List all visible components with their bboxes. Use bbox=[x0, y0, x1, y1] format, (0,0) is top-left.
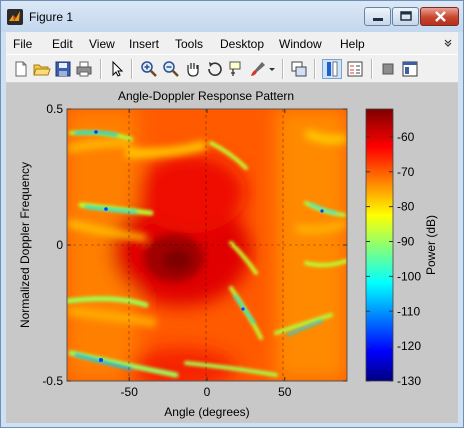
colorbar-tick-label: -130 bbox=[397, 374, 421, 388]
colorbar-tick-label: -60 bbox=[397, 130, 415, 144]
toolbar-separator bbox=[131, 59, 132, 79]
close-icon bbox=[435, 11, 446, 22]
edit-plot-arrow-icon[interactable] bbox=[108, 60, 126, 78]
toolbar-separator bbox=[371, 59, 372, 79]
window-title: Figure 1 bbox=[29, 10, 74, 24]
rotate-3d-icon[interactable] bbox=[206, 60, 224, 78]
menu-file[interactable]: File bbox=[13, 37, 32, 51]
legend-icon[interactable] bbox=[346, 60, 364, 78]
y-axis-label: Normalized Doppler Frequency bbox=[18, 162, 32, 328]
colorbar-label: Power (dB) bbox=[424, 215, 438, 275]
colorbar-tick-label: -100 bbox=[397, 269, 421, 283]
maximize-button[interactable] bbox=[392, 7, 419, 26]
data-cursor-icon[interactable] bbox=[228, 60, 246, 78]
x-axis-label: Angle (degrees) bbox=[164, 405, 249, 419]
menu-edit[interactable]: Edit bbox=[52, 37, 73, 51]
x-tick-label: -50 bbox=[121, 385, 139, 399]
y-tick-label: 0 bbox=[56, 238, 63, 252]
menu-bar: File Edit View Insert Tools Desktop Wind… bbox=[6, 32, 458, 54]
angle-doppler-chart[interactable]: Angle-Doppler Response Pattern -50 0 50-… bbox=[6, 83, 458, 423]
save-icon[interactable] bbox=[54, 60, 72, 78]
toolbar bbox=[6, 54, 458, 83]
hide-plot-tools-icon[interactable] bbox=[379, 60, 397, 78]
menu-view[interactable]: View bbox=[89, 37, 115, 51]
x-tick-label: 50 bbox=[278, 385, 292, 399]
toolbar-separator bbox=[282, 59, 283, 79]
menu-help[interactable]: Help bbox=[340, 37, 365, 51]
new-figure-icon[interactable] bbox=[12, 60, 30, 78]
colorbar-tick-label: -90 bbox=[397, 235, 415, 249]
zoom-out-icon[interactable] bbox=[162, 60, 180, 78]
minimize-button[interactable] bbox=[364, 7, 391, 26]
title-bar[interactable]: Figure 1 bbox=[1, 1, 463, 32]
colorbar-tick-label: -110 bbox=[397, 304, 420, 318]
show-plot-tools-icon[interactable] bbox=[401, 60, 419, 78]
y-tick-label: 0.5 bbox=[46, 102, 63, 116]
toolbar-separator bbox=[314, 59, 315, 79]
chevron-down-icon[interactable] bbox=[268, 60, 276, 78]
colorbar-tick-label: -120 bbox=[397, 339, 421, 353]
zoom-in-icon[interactable] bbox=[140, 60, 158, 78]
brush-icon[interactable] bbox=[249, 60, 267, 78]
menu-desktop[interactable]: Desktop bbox=[220, 37, 264, 51]
heatmap-image bbox=[67, 109, 347, 381]
chart-title: Angle-Doppler Response Pattern bbox=[118, 89, 294, 103]
open-file-icon[interactable] bbox=[33, 60, 51, 78]
colorbar-tick-label: -80 bbox=[397, 200, 415, 214]
figure-window: Figure 1 File Edit View Insert Tools Des… bbox=[0, 0, 464, 428]
maximize-icon bbox=[400, 11, 412, 21]
colorbar[interactable] bbox=[365, 108, 394, 382]
colorbar-tick-label: -70 bbox=[397, 165, 415, 179]
close-button[interactable] bbox=[420, 7, 459, 26]
minimize-icon bbox=[373, 18, 383, 21]
toolbar-separator bbox=[100, 59, 101, 79]
print-icon[interactable] bbox=[75, 60, 93, 78]
matlab-logo-icon bbox=[7, 9, 23, 25]
figure-canvas: Angle-Doppler Response Pattern -50 0 50 … bbox=[6, 83, 458, 423]
menu-window[interactable]: Window bbox=[279, 37, 322, 51]
x-tick-label: 0 bbox=[204, 385, 211, 399]
menu-tools[interactable]: Tools bbox=[175, 37, 203, 51]
colorbar-icon[interactable] bbox=[322, 59, 342, 79]
double-chevron-down-icon[interactable] bbox=[444, 39, 452, 47]
menu-insert[interactable]: Insert bbox=[129, 37, 159, 51]
pan-hand-icon[interactable] bbox=[184, 60, 202, 78]
link-plot-icon[interactable] bbox=[290, 60, 308, 78]
y-tick-label: -0.5 bbox=[42, 374, 63, 388]
